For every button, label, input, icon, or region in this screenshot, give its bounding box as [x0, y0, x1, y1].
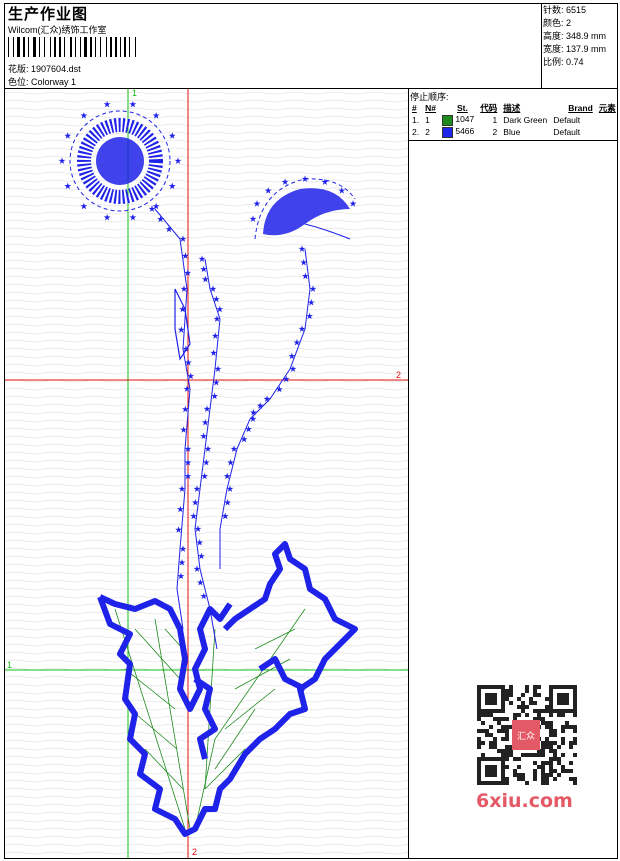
fabric-texture: [5, 89, 408, 858]
color-count: 颜色: 2: [543, 18, 572, 28]
pattern-row: 花版: 1907604.dst: [8, 62, 81, 75]
qr-code-icon: 汇众: [477, 685, 577, 785]
watermark-text: 6xiu.com: [476, 790, 573, 812]
axis-label-right: 2: [396, 370, 402, 380]
design-stats: 针数: 6515 颜色: 2 高度: 348.9 mm 宽度: 137.9 mm…: [543, 4, 606, 69]
design-scale: 比例: 0.74: [543, 57, 584, 67]
stats-divider: [541, 3, 542, 88]
stop-sequence-table: # N# St. 代码 描述 Brand 元素 1. 1 1047 1 Dark…: [409, 101, 619, 138]
table-row: 2. 2 5466 2 Blue Default: [412, 126, 581, 138]
axis-label-top: 1: [132, 89, 138, 98]
pattern-label: 花版:: [8, 64, 29, 74]
col-n: N#: [425, 102, 436, 113]
color-swatch: [441, 126, 453, 138]
stops-divider: [408, 140, 618, 141]
qr-badge-text: 汇众: [517, 731, 535, 742]
studio-name: Wilcom(汇众)绣饰工作室: [8, 25, 107, 35]
col-element: 元素: [598, 102, 616, 113]
colorway-row: 色位: Colorway 1: [8, 75, 76, 88]
axis-label-bottom: 2: [192, 847, 198, 857]
col-num: #: [412, 102, 417, 113]
table-row: 1. 1 1047 1 Dark Green Default: [412, 114, 581, 126]
col-desc: 描述: [503, 102, 521, 113]
col-code: 代码: [480, 102, 498, 113]
table-header-row: # N# St. 代码 描述 Brand 元素: [409, 101, 619, 114]
design-divider: [408, 88, 409, 859]
embroidery-preview: 1 2 1 2: [5, 89, 408, 858]
col-stitches: St.: [456, 102, 468, 113]
axis-label-left: 1: [7, 660, 13, 670]
design-height: 高度: 348.9 mm: [543, 31, 607, 41]
stitch-count: 针数: 6515: [543, 5, 587, 15]
embroidery-design: [5, 89, 408, 858]
barcode: [8, 37, 136, 57]
design-width: 宽度: 137.9 mm: [543, 44, 607, 54]
colorway-value: Colorway 1: [31, 77, 77, 87]
color-swatch: [441, 114, 453, 126]
pattern-value: 1907604.dst: [31, 64, 81, 74]
sheet-title: 生产作业图: [8, 6, 89, 23]
colorway-label: 色位:: [8, 77, 29, 87]
col-brand: Brand: [568, 102, 593, 113]
